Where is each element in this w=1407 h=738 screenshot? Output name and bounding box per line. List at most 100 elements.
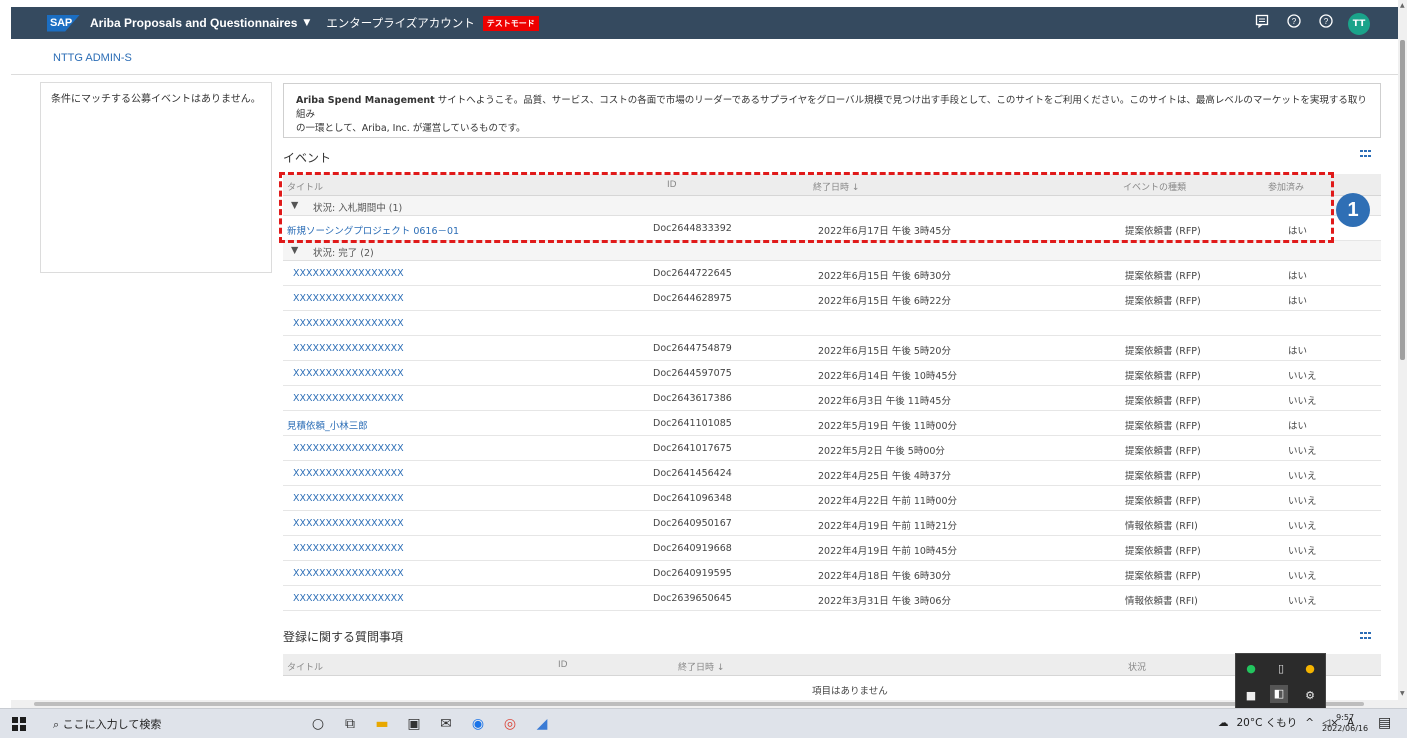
warning-icon[interactable]: ● (1301, 660, 1319, 678)
event-title-link[interactable]: XXXXXXXXXXXXXXXXX (293, 368, 404, 379)
scroll-down-icon[interactable]: ▼ (1400, 690, 1405, 697)
table-row[interactable]: XXXXXXXXXXXXXXXXX Doc2639650645 2022年3月31日… (283, 586, 1381, 611)
app-icon[interactable]: ◢ (532, 714, 552, 734)
breadcrumb[interactable]: NTTG ADMIN-S (53, 52, 132, 64)
table-row[interactable]: XXXXXXXXXXXXXXXXX Doc2640919668 2022年4月19日… (283, 536, 1381, 561)
annotation-badge: 1 (1336, 193, 1370, 227)
usb-icon[interactable]: ▯ (1272, 660, 1290, 678)
event-title-link[interactable]: XXXXXXXXXXXXXXXXX (293, 593, 404, 604)
table-row[interactable]: XXXXXXXXXXXXXXXXX Doc2641096348 2022年4月22日… (283, 486, 1381, 511)
event-title-link[interactable]: 見積依頼_小林三郎 (287, 418, 368, 432)
event-end-date: 2022年4月25日 午後 4時37分 (818, 471, 951, 482)
taskbar-clock[interactable]: 9:57 2022/06/16 (1322, 712, 1368, 734)
table-row[interactable]: XXXXXXXXXXXXXXXXX Doc2640950167 2022年4月19日… (283, 511, 1381, 536)
event-title-link[interactable]: XXXXXXXXXXXXXXXXX (293, 318, 404, 329)
event-joined: いいえ (1288, 571, 1317, 582)
event-type: 提案依頼書 (RFP) (1125, 371, 1201, 382)
event-end-date: 2022年4月19日 午前 10時45分 (818, 546, 958, 557)
event-type: 情報依頼書 (RFI) (1125, 596, 1198, 607)
empty-row: 項目はありません (283, 676, 1381, 700)
event-type: 提案依頼書 (RFP) (1125, 421, 1201, 432)
event-title-link[interactable]: XXXXXXXXXXXXXXXXX (293, 568, 404, 579)
event-joined: はい (1288, 271, 1308, 282)
event-title-link[interactable]: XXXXXXXXXXXXXXXXX (293, 468, 404, 479)
collapse-icon[interactable]: ▼ (291, 245, 298, 256)
table-row[interactable]: XXXXXXXXXXXXXXXXX Doc2644754879 2022年6月15日… (283, 336, 1381, 361)
table-row[interactable]: XXXXXXXXXXXXXXXXX Doc2644628975 2022年6月15日… (283, 286, 1381, 311)
event-id: Doc2640919595 (653, 568, 732, 579)
col-end-date[interactable]: 終了日時 ↓ (678, 660, 724, 673)
avatar[interactable]: TT (1348, 13, 1370, 35)
event-title-link[interactable]: XXXXXXXXXXXXXXXXX (293, 493, 404, 504)
event-title-link[interactable]: XXXXXXXXXXXXXXXXX (293, 268, 404, 279)
edge-icon[interactable]: ◉ (468, 714, 488, 734)
mail-icon[interactable]: ✉ (436, 714, 456, 734)
app-icon[interactable]: ◧ (1270, 685, 1288, 703)
event-end-date: 2022年4月19日 午前 11時21分 (818, 521, 958, 532)
event-joined: いいえ (1288, 471, 1317, 482)
table-options-icon[interactable] (1360, 150, 1371, 159)
file-explorer-icon[interactable]: ▬ (372, 714, 392, 734)
event-type: 提案依頼書 (RFP) (1125, 496, 1201, 507)
chevron-down-icon[interactable]: ▼ (303, 18, 310, 28)
browser-top-strip (0, 0, 1407, 7)
event-title-link[interactable]: XXXXXXXXXXXXXXXXX (293, 518, 404, 529)
header-icons: ? ? TT (1252, 13, 1370, 35)
event-id: Doc2640919668 (653, 543, 732, 554)
event-end-date: 2022年4月22日 午前 11時00分 (818, 496, 958, 507)
shield-icon[interactable]: ■ (1242, 687, 1260, 705)
help-icon-2[interactable]: ? (1316, 14, 1336, 34)
table-row[interactable]: XXXXXXXXXXXXXXXXX Doc2644597075 2022年6月14日… (283, 361, 1381, 386)
weather-icon[interactable]: ☁ (1218, 717, 1229, 729)
weather-text[interactable]: 20°C くもり (1237, 715, 1298, 730)
chevron-up-icon[interactable]: ^ (1305, 717, 1314, 729)
event-joined: いいえ (1288, 396, 1317, 407)
task-view-icon[interactable]: ⧉ (340, 714, 360, 734)
table-row[interactable]: 見積依頼_小林三郎 Doc2641101085 2022年5月19日 午後 11時0… (283, 411, 1381, 436)
event-title-link[interactable]: XXXXXXXXXXXXXXXXX (293, 443, 404, 454)
taskbar-search-placeholder: ここに入力して検索 (62, 718, 162, 731)
windows-start-icon[interactable] (12, 717, 26, 731)
event-end-date: 2022年6月15日 午後 6時30分 (818, 271, 951, 282)
svg-text:?: ? (1324, 17, 1329, 26)
group-done[interactable]: ▼ 状況: 完了 (2) (283, 241, 1381, 261)
table-options-icon[interactable] (1360, 632, 1371, 641)
cortana-icon[interactable]: ○ (308, 714, 328, 734)
notification-center-icon[interactable]: ▤ (1378, 715, 1391, 731)
event-end-date: 2022年3月31日 午後 3時06分 (818, 596, 951, 607)
help-icon[interactable]: ? (1284, 14, 1304, 34)
table-row[interactable]: XXXXXXXXXXXXXXXXX Doc2641017675 2022年5月2日 … (283, 436, 1381, 461)
header-divider (11, 74, 1398, 75)
clock-date: 2022/06/16 (1322, 724, 1369, 733)
col-status[interactable]: 状況 (1128, 660, 1146, 673)
col-id[interactable]: ID (558, 660, 568, 670)
col-title[interactable]: タイトル (287, 660, 323, 673)
table-row[interactable]: XXXXXXXXXXXXXXXXX Doc2643617386 2022年6月3日 … (283, 386, 1381, 411)
notification-icon[interactable] (1252, 14, 1272, 34)
table-row[interactable]: XXXXXXXXXXXXXXXXX Doc2641456424 2022年4月25日… (283, 461, 1381, 486)
annotation-highlight-box (279, 172, 1334, 243)
play-icon[interactable]: ● (1242, 660, 1260, 678)
event-end-date: 2022年6月3日 午後 11時45分 (818, 396, 951, 407)
event-title-link[interactable]: XXXXXXXXXXXXXXXXX (293, 393, 404, 404)
store-icon[interactable]: ▣ (404, 714, 424, 734)
settings-icon[interactable]: ⚙ (1301, 687, 1319, 705)
horizontal-scrollbar-thumb[interactable] (34, 702, 1364, 706)
taskbar-apps: ○ ⧉ ▬ ▣ ✉ ◉ ◎ ◢ (308, 714, 552, 734)
public-events-panel: 条件にマッチする公募イベントはありません。 (40, 82, 272, 273)
svg-text:?: ? (1292, 17, 1297, 26)
app-title[interactable]: Ariba Proposals and Questionnaires (90, 16, 297, 30)
vertical-scrollbar-thumb[interactable] (1400, 40, 1405, 360)
table-row[interactable]: XXXXXXXXXXXXXXXXX Doc2640919595 2022年4月18日… (283, 561, 1381, 586)
table-row[interactable]: XXXXXXXXXXXXXXXXX (283, 311, 1381, 336)
event-title-link[interactable]: XXXXXXXXXXXXXXXXX (293, 543, 404, 554)
chrome-icon[interactable]: ◎ (500, 714, 520, 734)
registration-title: 登録に関する質問事項 (283, 630, 404, 644)
table-row[interactable]: XXXXXXXXXXXXXXXXX Doc2644722645 2022年6月15日… (283, 261, 1381, 286)
taskbar-search[interactable]: ⌕ ここに入力して検索 (53, 716, 161, 732)
event-title-link[interactable]: XXXXXXXXXXXXXXXXX (293, 293, 404, 304)
scroll-up-icon[interactable]: ▲ (1400, 2, 1405, 9)
empty-message: 項目はありません (812, 686, 888, 697)
event-title-link[interactable]: XXXXXXXXXXXXXXXXX (293, 343, 404, 354)
event-end-date: 2022年6月15日 午後 6時22分 (818, 296, 951, 307)
